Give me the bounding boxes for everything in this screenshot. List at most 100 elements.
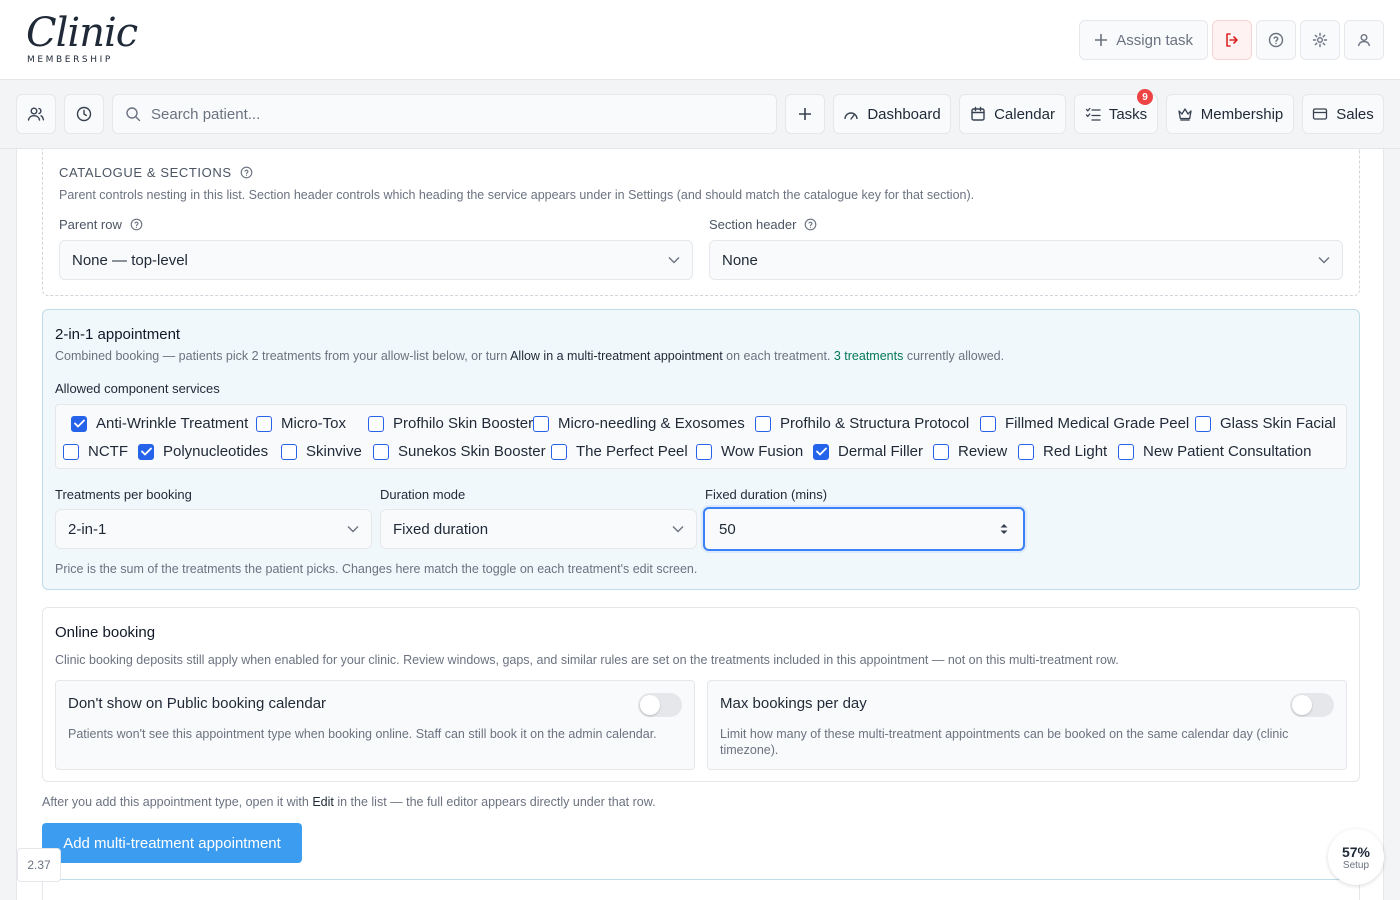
two-in-one-help-text: Price is the sum of the treatments the p…	[55, 562, 698, 576]
next-section-edge	[42, 879, 1360, 900]
checkbox-unchecked[interactable]	[755, 415, 771, 432]
calendar-icon	[970, 106, 986, 122]
calendar-button[interactable]: Calendar	[959, 94, 1066, 134]
nav-bar: Dashboard Calendar Tasks 9 Membership Sa…	[0, 81, 1400, 149]
help-button[interactable]	[1256, 20, 1296, 60]
service-checkbox-item[interactable]: Fillmed Medical Grade Peel	[980, 415, 1189, 432]
help-icon[interactable]	[804, 218, 817, 231]
service-checkbox-label: Skinvive	[306, 443, 362, 460]
settings-button[interactable]	[1300, 20, 1340, 60]
version-label: 2.37	[17, 848, 61, 882]
checkbox-unchecked[interactable]	[373, 443, 389, 460]
service-checkbox-item[interactable]: Skinvive	[281, 443, 362, 460]
membership-button[interactable]: Membership	[1166, 94, 1294, 134]
service-checkbox-item[interactable]: Polynucleotides	[138, 443, 268, 460]
duration-mode-select[interactable]: Fixed duration	[380, 509, 697, 549]
sales-button[interactable]: Sales	[1302, 94, 1384, 134]
allowed-count: 3 treatments	[833, 349, 904, 363]
service-checkbox-item[interactable]: Profhilo Skin Booster	[368, 415, 533, 432]
service-checkbox-item[interactable]: Dermal Filler	[813, 443, 923, 460]
service-checkbox-item[interactable]: Micro-Tox	[256, 415, 346, 432]
history-button[interactable]	[64, 94, 104, 134]
help-icon[interactable]	[240, 166, 253, 179]
patients-button[interactable]	[16, 94, 56, 134]
online-booking-title: Online booking	[55, 624, 156, 641]
duration-mode-label: Duration mode	[380, 487, 466, 502]
checkbox-unchecked[interactable]	[1018, 443, 1034, 460]
checkbox-checked[interactable]	[71, 415, 87, 432]
top-header: Clinic MEMBERSHIP Assign task	[0, 0, 1400, 80]
checkbox-unchecked[interactable]	[281, 443, 297, 460]
service-checkbox-item[interactable]: Glass Skin Facial	[1195, 415, 1336, 432]
fixed-duration-input[interactable]: 50	[703, 507, 1025, 551]
service-checkbox-item[interactable]: New Patient Consultation	[1118, 443, 1311, 460]
checkbox-unchecked[interactable]	[980, 415, 996, 432]
chevron-down-icon	[347, 525, 359, 533]
checkbox-unchecked[interactable]	[551, 443, 567, 460]
desc-text: Combined booking — patients pick 2 treat…	[55, 349, 511, 363]
dashboard-button[interactable]: Dashboard	[833, 94, 951, 134]
treatments-per-booking-label: Treatments per booking	[55, 487, 192, 502]
checkbox-unchecked[interactable]	[368, 415, 384, 432]
main-content: CATALOGUE & SECTIONS Parent controls nes…	[16, 149, 1384, 900]
online-booking-panel: Online booking Clinic booking deposits s…	[42, 607, 1360, 782]
checkbox-unchecked[interactable]	[933, 443, 949, 460]
chevron-down-icon	[1318, 256, 1330, 264]
assign-task-label: Assign task	[1116, 31, 1193, 49]
search-icon	[125, 106, 141, 122]
parent-row-label-text: Parent row	[59, 217, 122, 232]
service-checkbox-item[interactable]: Profhilo & Structura Protocol	[755, 415, 969, 432]
credit-card-icon	[1312, 107, 1328, 121]
dashboard-label: Dashboard	[867, 105, 941, 123]
checkbox-checked[interactable]	[138, 443, 154, 460]
assign-task-button[interactable]: Assign task	[1079, 20, 1208, 60]
setup-percentage: 57%	[1341, 843, 1371, 860]
tasks-label: Tasks	[1108, 105, 1148, 123]
service-checkbox-label: Review	[958, 443, 1008, 460]
service-checkbox-item[interactable]: Red Light	[1018, 443, 1107, 460]
clock-icon	[76, 106, 92, 122]
logout-button[interactable]	[1212, 20, 1252, 60]
checkbox-unchecked[interactable]	[63, 443, 79, 460]
patient-search	[112, 94, 777, 134]
checkbox-unchecked[interactable]	[1118, 443, 1134, 460]
treatments-per-booking-select[interactable]: 2-in-1	[55, 509, 372, 549]
online-booking-description: Clinic booking deposits still apply when…	[55, 653, 1119, 667]
clinic-logo[interactable]: Clinic MEMBERSHIP	[18, 8, 138, 70]
service-checkbox-item[interactable]: Anti-Wrinkle Treatment	[71, 415, 248, 432]
search-input[interactable]	[151, 105, 751, 123]
spinner-icon[interactable]	[999, 522, 1009, 536]
logo-script-text: Clinic	[26, 10, 138, 56]
tasks-button[interactable]: Tasks 9	[1074, 89, 1158, 134]
service-checkbox-label: Micro-Tox	[281, 415, 347, 432]
checkbox-unchecked[interactable]	[256, 415, 272, 432]
checkbox-unchecked[interactable]	[696, 443, 712, 460]
service-checkbox-item[interactable]: Sunekos Skin Booster	[373, 443, 546, 460]
checkbox-unchecked[interactable]	[1195, 415, 1211, 432]
checkbox-checked[interactable]	[813, 443, 829, 460]
public-calendar-toggle[interactable]	[638, 693, 682, 717]
treatments-per-booking-value: 2-in-1	[68, 520, 107, 538]
help-icon[interactable]	[130, 218, 143, 231]
setup-progress-widget[interactable]: 57% Setup	[1328, 829, 1384, 885]
service-checkbox-label: Red Light	[1043, 443, 1108, 460]
add-multi-treatment-button[interactable]: Add multi-treatment appointment	[42, 823, 302, 863]
parent-row-select[interactable]: None — top-level	[59, 240, 693, 280]
service-checkbox-item[interactable]: Review	[933, 443, 1007, 460]
parent-row-value: None — top-level	[72, 251, 188, 269]
profile-button[interactable]	[1344, 20, 1384, 60]
calendar-label: Calendar	[994, 105, 1055, 123]
service-checkbox-item[interactable]: Micro-needling & Exosomes	[533, 415, 745, 432]
add-button[interactable]	[785, 94, 825, 134]
checkbox-unchecked[interactable]	[533, 415, 549, 432]
max-bookings-toggle[interactable]	[1290, 693, 1334, 717]
service-checkbox-item[interactable]: NCTF	[63, 443, 128, 460]
allowed-services-label: Allowed component services	[55, 381, 220, 396]
section-header-select[interactable]: None	[709, 240, 1343, 280]
service-checkbox-label: New Patient Consultation	[1143, 443, 1312, 460]
service-checkbox-item[interactable]: The Perfect Peel	[551, 443, 688, 460]
service-checkbox-label: Profhilo & Structura Protocol	[780, 415, 970, 432]
help-icon	[1268, 32, 1284, 48]
service-checkbox-item[interactable]: Wow Fusion	[696, 443, 803, 460]
gauge-icon	[843, 107, 859, 121]
